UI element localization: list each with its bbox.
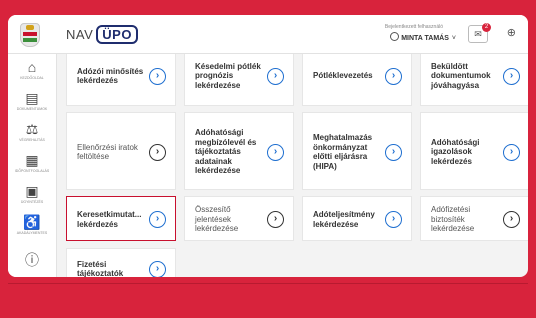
chevron-right-icon[interactable]: ›: [149, 143, 166, 161]
accessibility-icon: ♿: [23, 214, 41, 230]
chevron-right-icon[interactable]: ›: [149, 67, 166, 85]
service-tile[interactable]: Adófizetési biztosíték lekérdezése ›: [420, 196, 528, 241]
service-tile[interactable]: Adóteljesítmény lekérdezése ›: [302, 196, 412, 241]
sidebar-item-accessibility[interactable]: ♿ AKADÁLYMENTES: [8, 214, 56, 235]
sidebar-item-finance[interactable]: ▣ ÜGYINTÉZÉS: [8, 183, 56, 204]
info-icon: ⓘ: [25, 252, 39, 268]
user-menu[interactable]: MINTA TAMÁS ˅: [390, 32, 456, 42]
service-tile-label: Adóhatósági igazolások lekérdezés: [431, 137, 480, 166]
sidebar-item-label: DOKUMENTUMOK: [16, 107, 48, 111]
chevron-down-icon: ˅: [451, 35, 456, 42]
brand-prefix: NAV: [66, 27, 94, 42]
service-tile-label: Fizetési tájékoztatók: [77, 259, 124, 278]
service-tile-label: Ellenőrzési iratok feltöltése: [77, 142, 138, 162]
service-tile[interactable]: Fizetési tájékoztatók ›: [66, 248, 176, 277]
service-tile[interactable]: Adóhatósági igazolások lekérdezés ›: [420, 112, 528, 190]
sidebar-item-label: IDŐPONTFOGLALÁS: [14, 169, 50, 173]
sidebar-item-info[interactable]: ⓘ: [8, 252, 56, 268]
sidebar-item-label: VÉGREHAJTÁS: [19, 138, 45, 142]
service-tile[interactable]: Keresetkimutat... lekérdezés ›: [66, 196, 176, 241]
home-icon: ⌂: [27, 59, 37, 75]
brand-logo[interactable]: NAV ÜPO: [66, 25, 138, 44]
service-tile-label: Pótléklevezetés: [313, 71, 373, 81]
sidebar-item-label: KEZDŐOLDAL: [20, 76, 44, 80]
service-tile-label: Adózói minősítés lekérdezés: [77, 66, 144, 86]
sidebar-item-label: AKADÁLYMENTES: [16, 231, 48, 235]
message-icon: ✉: [474, 29, 482, 39]
service-tile-label: Összesítő jelentések lekérdezése: [195, 205, 239, 234]
sidebar-item-label: ÜGYINTÉZÉS: [20, 200, 44, 204]
service-tile-label: Adófizetési biztosíték lekérdezése: [431, 205, 475, 234]
chevron-right-icon[interactable]: ›: [503, 211, 520, 228]
login-caption: Bejelentkezett felhasználó: [384, 24, 443, 30]
sidebar: ⌂ KEZDŐOLDAL ▤ DOKUMENTUMOK ⚖ VÉGREHAJTÁS ▦ IDŐ…: [8, 54, 57, 277]
service-tile-label: Adóteljesítmény lekérdezése: [313, 210, 375, 229]
chevron-right-icon[interactable]: ›: [267, 143, 284, 161]
finance-icon: ▣: [25, 183, 39, 199]
service-tile[interactable]: Ellenőrzési iratok feltöltése ›: [66, 112, 176, 190]
service-tile-label: Meghatalmazás önkormányzat előtti eljárá…: [313, 133, 373, 171]
chevron-right-icon[interactable]: ›: [503, 67, 520, 85]
chevron-right-icon[interactable]: ›: [385, 211, 402, 228]
service-tile[interactable]: Meghatalmazás önkormányzat előtti eljárá…: [302, 112, 412, 190]
tile-grid: Adózói minősítés lekérdezés › Késedelmi pó…: [56, 54, 528, 277]
chevron-right-icon[interactable]: ›: [503, 143, 520, 161]
documents-icon: ▤: [25, 90, 39, 106]
language-globe-icon[interactable]: ⊕: [507, 26, 516, 39]
sidebar-item-documents[interactable]: ▤ DOKUMENTUMOK: [8, 90, 56, 111]
bottom-divider: [8, 283, 528, 284]
service-tile-label: Keresetkimutat... lekérdezés: [77, 210, 142, 229]
chevron-right-icon[interactable]: ›: [385, 67, 402, 85]
service-tile[interactable]: Adózói minősítés lekérdezés ›: [66, 54, 176, 106]
app-window: NAV ÜPO Bejelentkezett felhasználó MINTA …: [8, 15, 528, 277]
calendar-icon: ▦: [25, 152, 39, 168]
service-tile[interactable]: Beküldött dokumentumok jóváhagyása ›: [420, 54, 528, 106]
notifications-button[interactable]: ✉ 2: [468, 23, 491, 43]
service-tile-label: Beküldött dokumentumok jóváhagyása: [431, 61, 491, 90]
coat-of-arms-icon: [20, 23, 40, 47]
top-bar: NAV ÜPO Bejelentkezett felhasználó MINTA …: [8, 15, 528, 54]
chevron-right-icon[interactable]: ›: [149, 211, 166, 228]
brand-name: ÜPO: [96, 25, 138, 44]
notification-badge: 2: [482, 23, 491, 32]
sidebar-item-home[interactable]: ⌂ KEZDŐOLDAL: [8, 59, 56, 80]
service-tile-label: Késedelmi pótlék prognózis lekérdezése: [195, 61, 261, 90]
service-tile[interactable]: Késedelmi pótlék prognózis lekérdezése ›: [184, 54, 294, 106]
chevron-right-icon[interactable]: ›: [385, 143, 402, 161]
chevron-right-icon[interactable]: ›: [267, 211, 284, 228]
service-tile[interactable]: Pótléklevezetés ›: [302, 54, 412, 106]
user-icon: [390, 32, 400, 41]
user-name: MINTA TAMÁS: [401, 35, 449, 42]
chevron-right-icon[interactable]: ›: [267, 67, 284, 85]
chevron-right-icon[interactable]: ›: [149, 260, 166, 277]
sidebar-item-calendar[interactable]: ▦ IDŐPONTFOGLALÁS: [8, 152, 56, 173]
service-tile[interactable]: Adóhatósági megbízólevél és tájékoztatás…: [184, 112, 294, 190]
service-tile-label: Adóhatósági megbízólevél és tájékoztatás…: [195, 128, 257, 176]
sidebar-item-cases[interactable]: ⚖ VÉGREHAJTÁS: [8, 121, 56, 142]
cases-icon: ⚖: [25, 121, 39, 137]
service-tile[interactable]: Összesítő jelentések lekérdezése ›: [184, 196, 294, 241]
